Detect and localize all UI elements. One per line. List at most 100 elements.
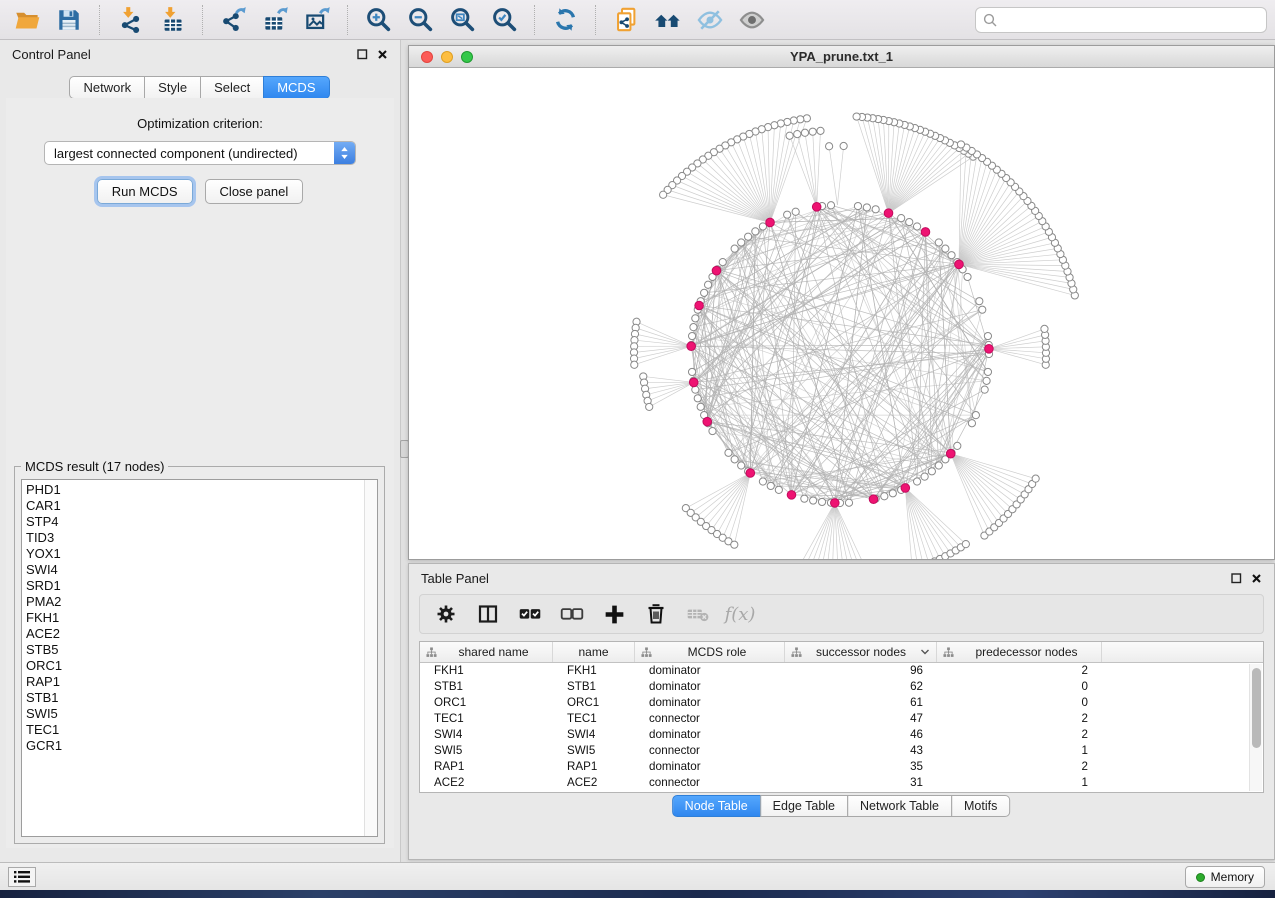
column-header-predecessor-nodes[interactable]: predecessor nodes <box>937 642 1102 662</box>
cell-predecessor-nodes[interactable]: 0 <box>937 679 1102 695</box>
column-header-mcds-role[interactable]: MCDS role <box>635 642 785 662</box>
tab-network[interactable]: Network <box>69 76 145 99</box>
table-row[interactable]: FKH1 FKH1 dominator 96 2 <box>420 663 1263 679</box>
save-icon[interactable] <box>50 3 88 37</box>
import-table-icon[interactable] <box>153 3 191 37</box>
tab-motifs[interactable]: Motifs <box>951 795 1010 817</box>
search-input[interactable] <box>975 7 1267 33</box>
neighbors-icon[interactable] <box>649 3 687 37</box>
zoom-selected-icon[interactable] <box>485 3 523 37</box>
cell-successor-nodes[interactable]: 61 <box>785 695 937 711</box>
tab-select[interactable]: Select <box>200 76 264 99</box>
mcds-result-item[interactable]: STB1 <box>26 690 373 706</box>
cell-successor-nodes[interactable]: 43 <box>785 743 937 759</box>
float-panel-icon[interactable] <box>357 49 368 60</box>
mcds-result-list[interactable]: PHD1CAR1STP4TID3YOX1SWI4SRD1PMA2FKH1ACE2… <box>21 479 378 837</box>
delete-column-icon[interactable] <box>640 598 672 630</box>
cell-shared-name[interactable]: FKH1 <box>420 663 553 679</box>
cell-predecessor-nodes[interactable]: 1 <box>937 775 1102 791</box>
cell-successor-nodes[interactable]: 62 <box>785 679 937 695</box>
split-columns-icon[interactable] <box>472 598 504 630</box>
select-all-icon[interactable] <box>514 598 546 630</box>
export-table-icon[interactable] <box>256 3 294 37</box>
mcds-result-item[interactable]: STB5 <box>26 642 373 658</box>
cell-name[interactable]: SWI4 <box>553 727 635 743</box>
cell-shared-name[interactable]: YOX1 <box>420 791 553 793</box>
cell-mcds-role[interactable]: dominator <box>635 759 785 775</box>
zoom-window-icon[interactable] <box>461 51 473 63</box>
cell-shared-name[interactable]: ORC1 <box>420 695 553 711</box>
tab-edge-table[interactable]: Edge Table <box>760 795 848 817</box>
mcds-result-item[interactable]: SWI5 <box>26 706 373 722</box>
run-mcds-button[interactable]: Run MCDS <box>97 179 193 204</box>
table-row[interactable]: STB1 STB1 dominator 62 0 <box>420 679 1263 695</box>
import-network-icon[interactable] <box>111 3 149 37</box>
mcds-result-item[interactable]: FKH1 <box>26 610 373 626</box>
open-file-icon[interactable] <box>8 3 46 37</box>
copy-share-icon[interactable] <box>607 3 645 37</box>
cell-mcds-role[interactable]: dominator <box>635 695 785 711</box>
cell-name[interactable]: YOX1 <box>553 791 635 793</box>
mcds-result-item[interactable]: YOX1 <box>26 546 373 562</box>
memory-button[interactable]: Memory <box>1185 866 1265 888</box>
gear-icon[interactable] <box>430 598 462 630</box>
export-image-icon[interactable] <box>298 3 336 37</box>
cell-mcds-role[interactable]: dominator <box>635 727 785 743</box>
mcds-list-scrollbar[interactable] <box>364 480 377 836</box>
table-row[interactable]: SWI4 SWI4 dominator 46 2 <box>420 727 1263 743</box>
zoom-fit-icon[interactable] <box>443 3 481 37</box>
cell-predecessor-nodes[interactable]: 1 <box>937 743 1102 759</box>
cell-predecessor-nodes[interactable]: 2 <box>937 711 1102 727</box>
vertical-splitter[interactable] <box>401 40 408 862</box>
table-row[interactable]: ORC1 ORC1 dominator 61 0 <box>420 695 1263 711</box>
zoom-out-icon[interactable] <box>401 3 439 37</box>
export-network-icon[interactable] <box>214 3 252 37</box>
cell-predecessor-nodes[interactable]: 2 <box>937 663 1102 679</box>
mcds-result-item[interactable]: GCR1 <box>26 738 373 754</box>
mcds-result-item[interactable]: PMA2 <box>26 594 373 610</box>
table-row[interactable]: ACE2 ACE2 connector 31 1 <box>420 775 1263 791</box>
table-row[interactable]: TEC1 TEC1 connector 47 2 <box>420 711 1263 727</box>
float-panel-icon[interactable] <box>1231 573 1242 584</box>
mcds-result-item[interactable]: SWI4 <box>26 562 373 578</box>
cell-name[interactable]: STB1 <box>553 679 635 695</box>
table-row[interactable]: SWI5 SWI5 connector 43 1 <box>420 743 1263 759</box>
cell-mcds-role[interactable]: dominator <box>635 679 785 695</box>
cell-mcds-role[interactable]: connector <box>635 711 785 727</box>
show-eye-icon[interactable] <box>733 3 771 37</box>
close-panel-icon[interactable] <box>377 49 388 60</box>
cell-name[interactable]: FKH1 <box>553 663 635 679</box>
tab-mcds[interactable]: MCDS <box>263 76 329 99</box>
hide-eye-icon[interactable] <box>691 3 729 37</box>
cell-shared-name[interactable]: TEC1 <box>420 711 553 727</box>
mcds-result-item[interactable]: TID3 <box>26 530 373 546</box>
cell-shared-name[interactable]: SWI5 <box>420 743 553 759</box>
cell-predecessor-nodes[interactable]: 2 <box>937 727 1102 743</box>
close-panel-button[interactable]: Close panel <box>205 179 304 204</box>
column-header-successor-nodes[interactable]: successor nodes <box>785 642 937 662</box>
mcds-result-item[interactable]: SRD1 <box>26 578 373 594</box>
cell-successor-nodes[interactable]: 29 <box>785 791 937 793</box>
cell-shared-name[interactable]: STB1 <box>420 679 553 695</box>
cell-predecessor-nodes[interactable]: 2 <box>937 759 1102 775</box>
deselect-all-icon[interactable] <box>556 598 588 630</box>
cell-successor-nodes[interactable]: 96 <box>785 663 937 679</box>
column-header-shared-name[interactable]: shared name <box>420 642 553 662</box>
tab-network-table[interactable]: Network Table <box>847 795 952 817</box>
table-row[interactable]: RAP1 RAP1 dominator 35 2 <box>420 759 1263 775</box>
cell-predecessor-nodes[interactable]: 0 <box>937 695 1102 711</box>
table-scrollbar-thumb[interactable] <box>1252 668 1261 748</box>
cell-shared-name[interactable]: RAP1 <box>420 759 553 775</box>
mcds-result-item[interactable]: STP4 <box>26 514 373 530</box>
cell-name[interactable]: ACE2 <box>553 775 635 791</box>
cell-shared-name[interactable]: ACE2 <box>420 775 553 791</box>
cell-mcds-role[interactable]: connector <box>635 743 785 759</box>
cell-successor-nodes[interactable]: 31 <box>785 775 937 791</box>
sort-chevron-icon[interactable] <box>920 648 930 656</box>
cell-name[interactable]: RAP1 <box>553 759 635 775</box>
criterion-select[interactable]: largest connected component (undirected) <box>44 141 356 165</box>
cell-successor-nodes[interactable]: 35 <box>785 759 937 775</box>
mcds-result-item[interactable]: TEC1 <box>26 722 373 738</box>
mcds-result-item[interactable]: PHD1 <box>26 482 373 498</box>
network-window-titlebar[interactable]: YPA_prune.txt_1 <box>409 46 1274 68</box>
